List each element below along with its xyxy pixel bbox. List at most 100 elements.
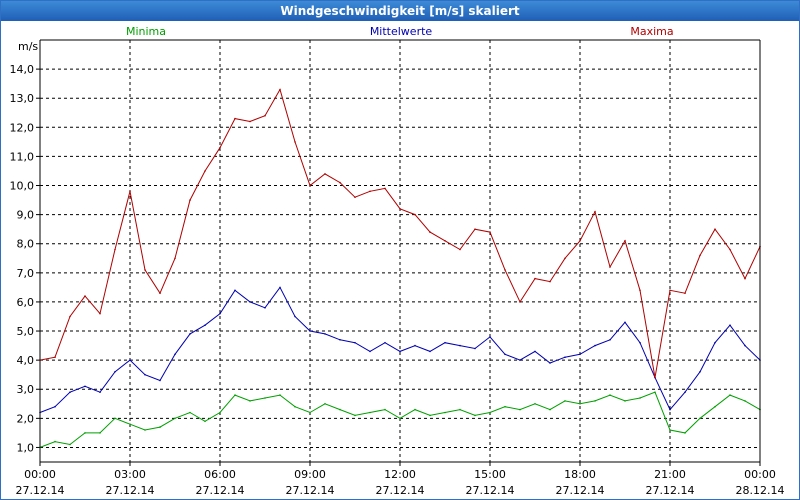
data-point-maxima	[549, 280, 551, 283]
data-point-maxima	[264, 114, 266, 117]
data-point-mittelwerte	[609, 339, 611, 341]
y-axis-label: m/s	[18, 40, 38, 53]
data-point-minima	[624, 400, 626, 402]
data-point-minima	[219, 411, 221, 414]
data-point-mittelwerte	[444, 341, 446, 344]
data-point-mittelwerte	[489, 336, 491, 338]
data-point-mittelwerte	[219, 312, 221, 315]
y-tick-label: 4,0	[17, 354, 35, 367]
y-tick-label: 11,0	[10, 150, 35, 163]
x-tick-date-label: 27.12.14	[466, 484, 515, 497]
x-tick-date-label: 27.12.14	[196, 484, 245, 497]
data-point-minima	[294, 405, 296, 408]
data-point-maxima	[744, 277, 746, 280]
data-point-maxima	[159, 292, 161, 295]
x-tick-time-label: 12:00	[384, 468, 416, 481]
y-tick-label: 14,0	[10, 63, 35, 76]
data-point-mittelwerte	[84, 385, 86, 388]
y-tick-label: 10,0	[10, 180, 35, 193]
data-point-maxima	[129, 190, 131, 193]
chart-canvas: m/s 1,0 2,0 3,0 4,0 5,0 6,0 7,0 8,0 9,0 10,0 11,0 1…	[10, 25, 785, 497]
x-tick-date-label: 27.12.14	[376, 484, 425, 497]
data-point-maxima	[654, 376, 656, 379]
data-point-maxima	[399, 208, 401, 210]
data-point-minima	[714, 405, 716, 408]
data-point-mittelwerte	[684, 391, 686, 394]
data-point-mittelwerte	[399, 350, 401, 353]
data-point-minima	[309, 411, 311, 414]
x-tick-date-label: 27.12.14	[556, 484, 605, 497]
data-point-maxima	[294, 141, 296, 143]
data-point-mittelwerte	[384, 341, 386, 344]
data-point-maxima	[54, 356, 56, 359]
data-point-mittelwerte	[564, 356, 566, 359]
legend-label-minima: Minima	[126, 25, 166, 38]
data-point-minima	[729, 394, 731, 396]
data-point-minima	[699, 417, 701, 420]
data-point-maxima	[429, 231, 431, 233]
data-point-minima	[489, 411, 491, 414]
data-point-mittelwerte	[324, 333, 326, 335]
data-point-mittelwerte	[579, 353, 581, 356]
x-tick-date-label: 28.12.14	[736, 484, 785, 497]
data-point-mittelwerte	[129, 359, 131, 361]
data-point-mittelwerte	[504, 353, 506, 356]
data-point-minima	[54, 440, 56, 443]
data-point-maxima	[594, 210, 596, 213]
data-point-minima	[534, 403, 536, 405]
y-tick-label: 13,0	[10, 92, 35, 105]
data-point-minima	[384, 408, 386, 411]
x-tick-time-label: 18:00	[564, 468, 596, 481]
data-point-minima	[474, 414, 476, 417]
data-point-maxima	[609, 266, 611, 268]
data-point-maxima	[684, 292, 686, 295]
data-point-minima	[264, 397, 266, 399]
data-point-maxima	[729, 248, 731, 251]
data-point-minima	[549, 408, 551, 411]
data-point-minima	[369, 411, 371, 414]
data-point-minima	[69, 443, 71, 446]
data-point-maxima	[564, 257, 566, 260]
data-point-mittelwerte	[729, 324, 731, 327]
data-point-maxima	[534, 277, 536, 280]
data-point-mittelwerte	[699, 371, 701, 373]
data-point-maxima	[69, 315, 71, 318]
y-tick-label: 1,0	[17, 441, 35, 454]
data-point-mittelwerte	[99, 391, 101, 394]
data-point-mittelwerte	[549, 362, 551, 364]
data-point-minima	[84, 432, 86, 434]
data-point-mittelwerte	[414, 344, 416, 347]
x-tick-date-label: 27.12.14	[286, 484, 335, 497]
data-point-minima	[339, 408, 341, 411]
data-point-mittelwerte	[744, 344, 746, 347]
data-point-minima	[639, 397, 641, 399]
data-point-maxima	[384, 187, 386, 190]
y-tick-label: 12,0	[10, 121, 35, 134]
data-point-maxima	[219, 146, 221, 149]
data-point-mittelwerte	[159, 379, 161, 382]
data-point-mittelwerte	[249, 301, 251, 303]
data-point-mittelwerte	[54, 405, 56, 408]
data-point-mittelwerte	[174, 353, 176, 356]
data-point-maxima	[624, 240, 626, 242]
x-tick-time-label: 15:00	[474, 468, 506, 481]
data-point-minima	[279, 394, 281, 396]
data-point-minima	[414, 408, 416, 411]
data-point-minima	[594, 400, 596, 402]
y-tick-label: 6,0	[17, 296, 35, 309]
data-point-minima	[669, 429, 671, 431]
data-point-maxima	[699, 254, 701, 257]
data-point-minima	[429, 414, 431, 417]
data-point-minima	[129, 423, 131, 426]
data-point-mittelwerte	[669, 408, 671, 411]
data-point-minima	[504, 405, 506, 408]
legend-label-mittelwerte: Mittelwerte	[370, 25, 433, 38]
data-point-maxima	[114, 248, 116, 251]
data-point-maxima	[279, 88, 281, 91]
data-point-minima	[444, 411, 446, 414]
data-point-mittelwerte	[594, 344, 596, 347]
data-point-maxima	[714, 228, 716, 230]
data-point-maxima	[459, 248, 461, 251]
data-point-minima	[189, 411, 191, 414]
data-point-maxima	[324, 173, 326, 175]
